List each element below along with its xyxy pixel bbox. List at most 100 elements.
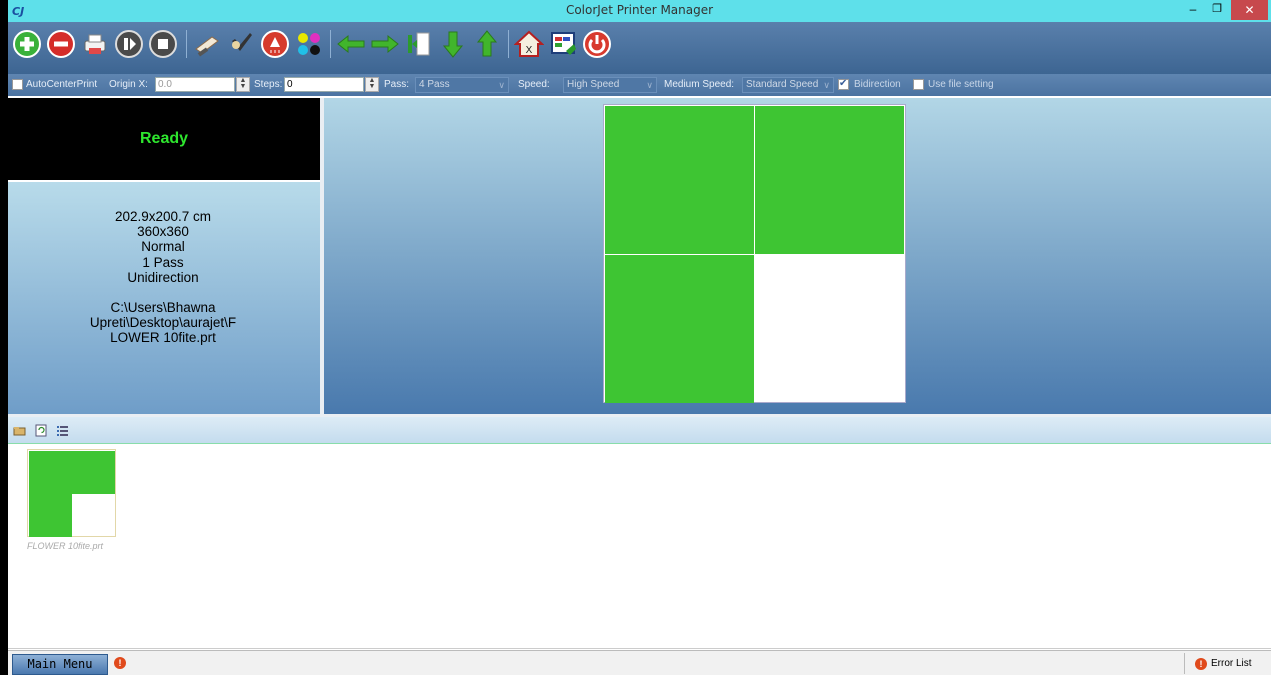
toolbar-separator	[330, 30, 331, 58]
list-view-icon[interactable]	[56, 424, 69, 437]
job-info-text: 202.9x200.7 cm 360x360 Normal 1 Pass Uni…	[56, 209, 270, 346]
origin-icon	[408, 32, 430, 56]
medium-speed-select[interactable]: Standard Speed ∨	[742, 77, 834, 93]
job-path-line: C:\Users\Bhawna	[110, 300, 216, 316]
status-text: Ready	[139, 130, 189, 147]
arrow-down-icon	[442, 31, 464, 58]
stop-button[interactable]	[148, 29, 178, 59]
thumbnail-tile	[29, 451, 72, 494]
pass-select-value: 4 Pass	[419, 79, 450, 90]
origin-x-input[interactable]: 0.0	[155, 77, 235, 92]
chevron-down-icon: ∨	[646, 80, 653, 90]
main-toolbar: X	[8, 22, 1271, 74]
nozzle-check-button[interactable]	[226, 29, 256, 59]
colors-button[interactable]	[294, 29, 324, 59]
arrow-left-icon	[337, 34, 365, 54]
chevron-down-icon: ∨	[823, 80, 830, 90]
pause-icon	[115, 30, 143, 58]
clean-button[interactable]	[192, 29, 222, 59]
pause-button[interactable]	[114, 29, 144, 59]
print-preview-canvas[interactable]	[603, 104, 906, 403]
open-file-icon[interactable]	[13, 424, 26, 437]
status-panel: Ready	[8, 98, 320, 180]
speed-select-value: High Speed	[567, 79, 620, 90]
toolbar-separator	[186, 30, 187, 58]
steps-spinner[interactable]: ▲ ▼	[365, 77, 379, 92]
steps-label: Steps:	[254, 79, 283, 90]
add-circle-icon	[13, 30, 41, 58]
use-file-setting-checkbox[interactable]	[913, 79, 924, 90]
flower-image-tile	[755, 106, 904, 254]
job-path-line: LOWER 10fite.prt	[110, 330, 216, 346]
move-down-button[interactable]	[438, 29, 468, 59]
refresh-icon[interactable]	[35, 424, 48, 437]
svg-text:X: X	[526, 45, 533, 56]
medium-speed-label: Medium Speed:	[664, 79, 735, 90]
chevron-down-icon: ∨	[498, 80, 505, 90]
job-resolution: 360x360	[137, 224, 189, 240]
move-right-button[interactable]	[370, 29, 400, 59]
job-path-line: Upreti\Desktop\aurajet\F	[89, 315, 237, 331]
flower-image-tile	[605, 255, 754, 403]
print-button[interactable]	[80, 29, 110, 59]
origin-x-label: Origin X:	[109, 79, 148, 90]
thumbnail-tile	[29, 494, 72, 537]
minimize-button[interactable]: –	[1184, 2, 1202, 18]
pass-select[interactable]: 4 Pass ∨	[415, 77, 509, 93]
file-list-toolbar	[8, 417, 1271, 444]
remove-button[interactable]	[46, 29, 76, 59]
toolbar-separator	[508, 30, 509, 58]
calibration-icon	[551, 32, 576, 55]
main-menu-button[interactable]: Main Menu	[12, 654, 108, 675]
pass-label: Pass:	[384, 79, 410, 90]
steps-input[interactable]: 0	[284, 77, 364, 92]
origin-x-spinner[interactable]: ▲ ▼	[236, 77, 250, 92]
arrow-right-icon	[371, 34, 399, 54]
stop-icon	[149, 30, 177, 58]
origin-button[interactable]	[404, 29, 434, 59]
flower-image-tile	[605, 106, 754, 254]
error-icon: !	[1195, 658, 1207, 670]
arrow-up-icon	[476, 30, 498, 57]
power-button[interactable]	[582, 29, 612, 59]
file-list-area: FLOWER 10fite.prt	[8, 444, 1271, 649]
speed-select[interactable]: High Speed ∨	[563, 77, 657, 93]
medium-speed-select-value: Standard Speed	[746, 79, 819, 90]
nozzle-check-icon	[232, 33, 252, 51]
file-thumbnail[interactable]	[27, 449, 116, 537]
power-icon	[583, 30, 611, 58]
move-left-button[interactable]	[336, 29, 366, 59]
printer-icon	[84, 34, 106, 54]
speed-label: Speed:	[518, 79, 550, 90]
home-icon: X	[513, 30, 545, 57]
file-thumbnail-label[interactable]: FLOWER 10fite.prt	[27, 541, 103, 551]
bidirection-checkbox[interactable]	[838, 78, 849, 90]
auto-center-checkbox[interactable]	[12, 79, 23, 90]
error-list-label: Error List	[1211, 658, 1252, 669]
title-bar: CJ ColorJet Printer Manager – ❐ ✕	[8, 0, 1271, 22]
restore-button[interactable]: ❐	[1208, 2, 1226, 18]
job-mode: Normal	[141, 239, 185, 255]
brush-icon	[195, 36, 219, 57]
spray-button[interactable]	[260, 29, 290, 59]
auto-center-label: AutoCenterPrint	[26, 79, 98, 90]
cmyk-dots-icon	[298, 33, 320, 55]
job-info-panel: 202.9x200.7 cm 360x360 Normal 1 Pass Uni…	[8, 182, 320, 414]
spray-icon	[261, 30, 289, 58]
error-list-button[interactable]: ! Error List	[1184, 653, 1271, 674]
close-button[interactable]: ✕	[1231, 0, 1268, 20]
remove-circle-icon	[47, 30, 75, 58]
use-file-setting-label: Use file setting	[928, 79, 994, 90]
bottom-status-bar: Main Menu ! ! Error List	[8, 650, 1271, 675]
bidirection-label: Bidirection	[854, 79, 901, 90]
error-indicator-icon: !	[114, 657, 126, 669]
home-button[interactable]: X	[513, 29, 545, 59]
move-up-button[interactable]	[472, 29, 502, 59]
job-size: 202.9x200.7 cm	[114, 209, 212, 224]
app-window: CJ ColorJet Printer Manager – ❐ ✕ X Auto…	[0, 0, 1271, 675]
calibration-button[interactable]	[548, 29, 578, 59]
job-pass: 1 Pass	[142, 254, 184, 270]
add-button[interactable]	[12, 29, 42, 59]
job-direction: Unidirection	[127, 269, 199, 285]
thumbnail-tile	[72, 451, 115, 494]
